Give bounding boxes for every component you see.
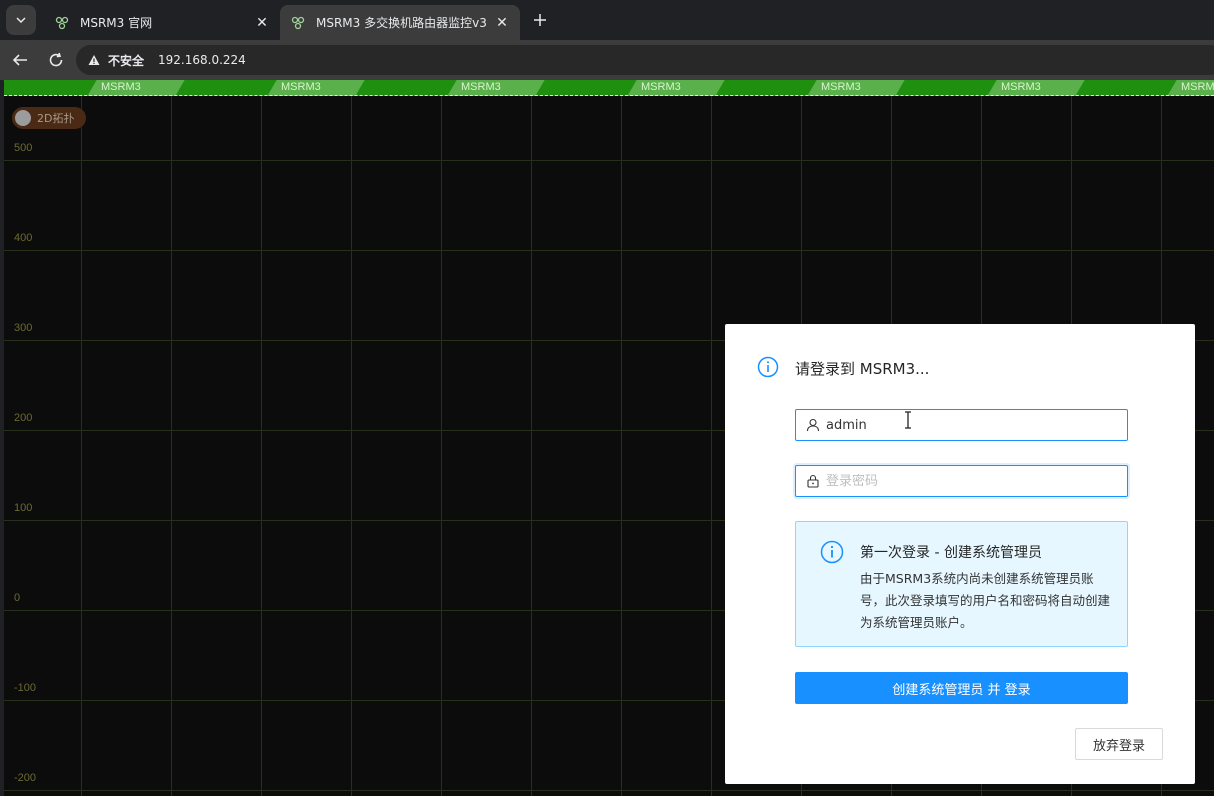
back-button[interactable] <box>8 48 32 72</box>
grid-line <box>351 96 352 796</box>
y-axis-label: 0 <box>14 592 21 604</box>
create-admin-login-button[interactable]: 创建系统管理员 并 登录 <box>795 672 1128 704</box>
user-icon <box>806 418 820 432</box>
text-cursor-icon <box>905 411 911 429</box>
first-login-alert: 第一次登录 - 创建系统管理员 由于MSRM3系统内尚未创建系统管理员账号，此次… <box>795 521 1128 647</box>
warning-icon <box>88 55 100 65</box>
y-axis-label: -100 <box>14 682 37 694</box>
grid-line <box>531 96 532 796</box>
banner-text: MSRM3 <box>641 81 681 93</box>
login-modal: 请登录到 MSRM3... 第一次登录 - 创建系统管理员 由于MSRM3系统内… <box>725 324 1195 784</box>
plus-icon <box>534 14 546 26</box>
address-bar[interactable]: 不安全 192.168.0.224 <box>76 45 1214 75</box>
info-icon <box>820 540 844 564</box>
close-tab-icon[interactable]: ✕ <box>494 15 510 31</box>
alert-description: 由于MSRM3系统内尚未创建系统管理员账号，此次登录填写的用户名和密码将自动创建… <box>860 571 1111 630</box>
password-input[interactable] <box>826 473 1106 489</box>
y-axis-label: 500 <box>14 142 33 154</box>
banner-divider <box>4 94 1214 96</box>
grid-line <box>261 96 262 796</box>
banner-text: MSRM3 <box>281 81 321 93</box>
toggle-knob <box>15 110 31 126</box>
y-axis-label: 300 <box>14 322 33 334</box>
banner-text: MSRM3 <box>461 81 501 93</box>
tab-search-button[interactable] <box>6 5 36 35</box>
tab-msrm3-home[interactable]: MSRM3 官网 ✕ <box>44 5 280 40</box>
favicon-icon <box>55 16 69 29</box>
y-axis-label: 100 <box>14 502 33 514</box>
y-axis-label: -200 <box>14 772 37 784</box>
toggle-label: 2D拓扑 <box>37 112 75 125</box>
tab-msrm3-monitor[interactable]: MSRM3 多交换机路由器监控v3 ✕ <box>280 5 520 40</box>
banner-text: MSRM3 <box>1001 81 1041 93</box>
grid-line <box>4 790 1214 791</box>
browser-tab-bar: MSRM3 官网 ✕ MSRM3 多交换机路由器监控v3 ✕ <box>0 0 1214 40</box>
arrow-left-icon <box>12 54 27 66</box>
y-axis-label: 400 <box>14 232 33 244</box>
tab-title: MSRM3 多交换机路由器监控v3 <box>316 16 487 30</box>
info-icon <box>757 356 779 378</box>
username-field[interactable] <box>795 409 1128 441</box>
grid-line <box>4 160 1214 161</box>
lock-icon <box>807 474 819 488</box>
grid-line <box>4 250 1214 251</box>
banner-text: MSRM3 <box>821 81 861 93</box>
grid-line <box>441 96 442 796</box>
password-field[interactable] <box>795 465 1128 497</box>
reload-button[interactable] <box>44 48 68 72</box>
grid-line <box>621 96 622 796</box>
banner-text: MSRM3 <box>101 81 141 93</box>
new-tab-button[interactable] <box>528 8 552 32</box>
grid-line <box>171 96 172 796</box>
close-tab-icon[interactable]: ✕ <box>254 15 270 31</box>
username-input[interactable] <box>826 417 1106 433</box>
grid-line <box>711 96 712 796</box>
status-banner: MSRM3MSRM3MSRM3MSRM3MSRM3MSRM3MSRM3MSRM3… <box>4 80 1214 96</box>
favicon-icon <box>291 16 305 29</box>
alert-title: 第一次登录 - 创建系统管理员 <box>860 545 1042 561</box>
url-text[interactable]: 192.168.0.224 <box>158 53 246 67</box>
banner-text: MSRM3 <box>1181 81 1214 93</box>
reload-icon <box>49 52 63 67</box>
cancel-login-button[interactable]: 放弃登录 <box>1075 728 1163 760</box>
toggle-2d-topology[interactable]: 2D拓扑 <box>12 107 86 129</box>
grid-line <box>81 96 82 796</box>
y-axis-label: 200 <box>14 412 33 424</box>
tab-title: MSRM3 官网 <box>80 16 153 30</box>
chevron-down-icon <box>16 17 26 24</box>
security-label[interactable]: 不安全 <box>108 52 144 69</box>
modal-title: 请登录到 MSRM3... <box>795 360 930 378</box>
